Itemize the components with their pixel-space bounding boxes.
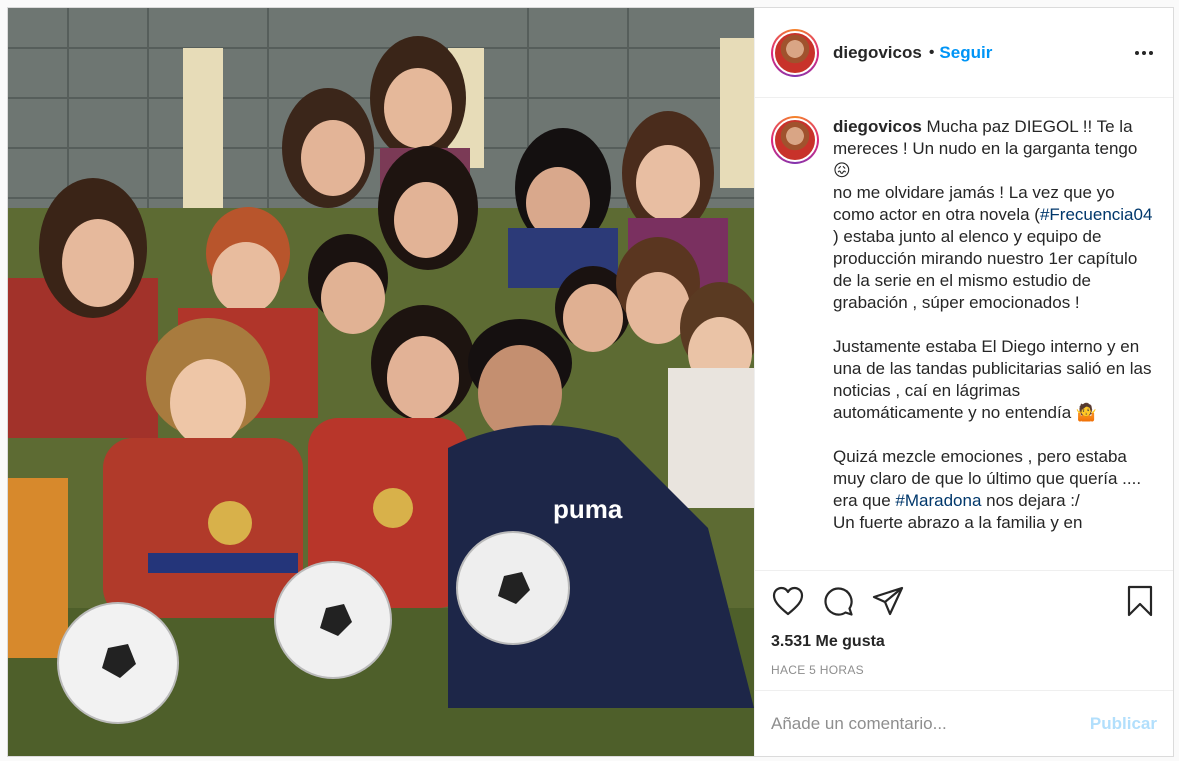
post-sidebar: diegovicos • Seguir diegovicos Mucha paz…	[754, 8, 1173, 756]
likes-count[interactable]: 3.531 Me gusta	[771, 633, 1157, 651]
comment-row: Publicar	[755, 690, 1173, 756]
post-header: diegovicos • Seguir	[755, 8, 1173, 98]
avatar[interactable]	[771, 28, 819, 77]
follow-button[interactable]: Seguir	[939, 43, 992, 63]
caption-paragraph: Un fuerte abrazo a la familia y en	[833, 513, 1083, 532]
comment-bubble-icon[interactable]	[821, 584, 855, 618]
caption-line: nos dejara :/	[981, 491, 1080, 510]
hashtag-link[interactable]: #Frecuencia04	[1040, 205, 1152, 224]
caption-text: diegovicos Mucha paz DIEGOL !! Te la mer…	[833, 116, 1153, 534]
instagram-post: puma diegovicos • Seguir diegovicos Much…	[7, 7, 1174, 757]
team-photo-illustration: puma	[8, 8, 754, 756]
bookmark-icon[interactable]	[1123, 584, 1157, 618]
more-dots-icon[interactable]	[1131, 45, 1157, 61]
header-username[interactable]: diegovicos	[833, 43, 922, 63]
comment-input[interactable]	[771, 713, 1090, 734]
svg-text:puma: puma	[553, 494, 623, 524]
caption-area[interactable]: diegovicos Mucha paz DIEGOL !! Te la mer…	[755, 98, 1173, 570]
hashtag-link[interactable]: #Maradona	[895, 491, 981, 510]
publish-button[interactable]: Publicar	[1090, 714, 1157, 734]
caption-paragraph: Justamente estaba El Diego interno y en …	[833, 337, 1152, 422]
caption-avatar[interactable]	[771, 116, 819, 164]
separator-dot: •	[928, 43, 935, 61]
caption-line: ) estaba junto al elenco y equipo de pro…	[833, 227, 1138, 312]
post-photo[interactable]: puma	[8, 8, 754, 756]
actions-area: 3.531 Me gusta HACE 5 HORAS	[755, 570, 1173, 688]
paper-plane-icon[interactable]	[871, 584, 905, 618]
action-icons	[771, 583, 1157, 619]
caption-username[interactable]: diegovicos	[833, 117, 922, 136]
heart-icon[interactable]	[771, 584, 805, 618]
post-timestamp[interactable]: HACE 5 HORAS	[771, 663, 1157, 677]
